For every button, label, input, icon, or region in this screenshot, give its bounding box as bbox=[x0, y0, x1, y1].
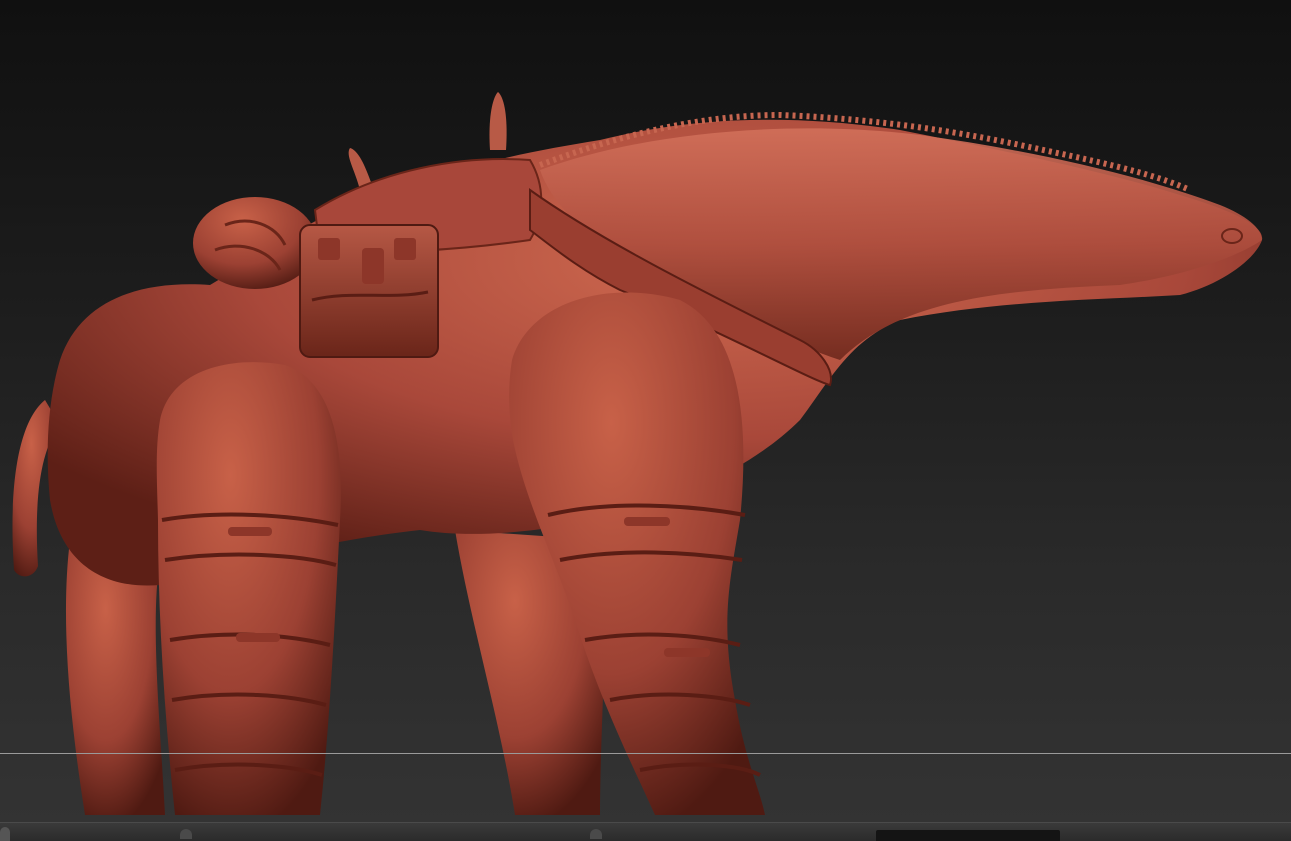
saddle-horn bbox=[489, 92, 507, 150]
floor-grid-line bbox=[0, 753, 1291, 754]
tray-dot-icon[interactable] bbox=[590, 829, 602, 839]
bedroll bbox=[193, 197, 317, 289]
timeline-slider[interactable] bbox=[876, 830, 1060, 841]
back-near-leg bbox=[156, 362, 341, 815]
tray-dot-icon[interactable] bbox=[180, 829, 192, 839]
3d-viewport[interactable] bbox=[0, 0, 1291, 822]
sculpt-model[interactable] bbox=[0, 0, 1291, 822]
saddle-box bbox=[299, 224, 439, 358]
tray-handle-icon[interactable] bbox=[0, 827, 10, 841]
bottom-tray[interactable] bbox=[0, 822, 1291, 841]
